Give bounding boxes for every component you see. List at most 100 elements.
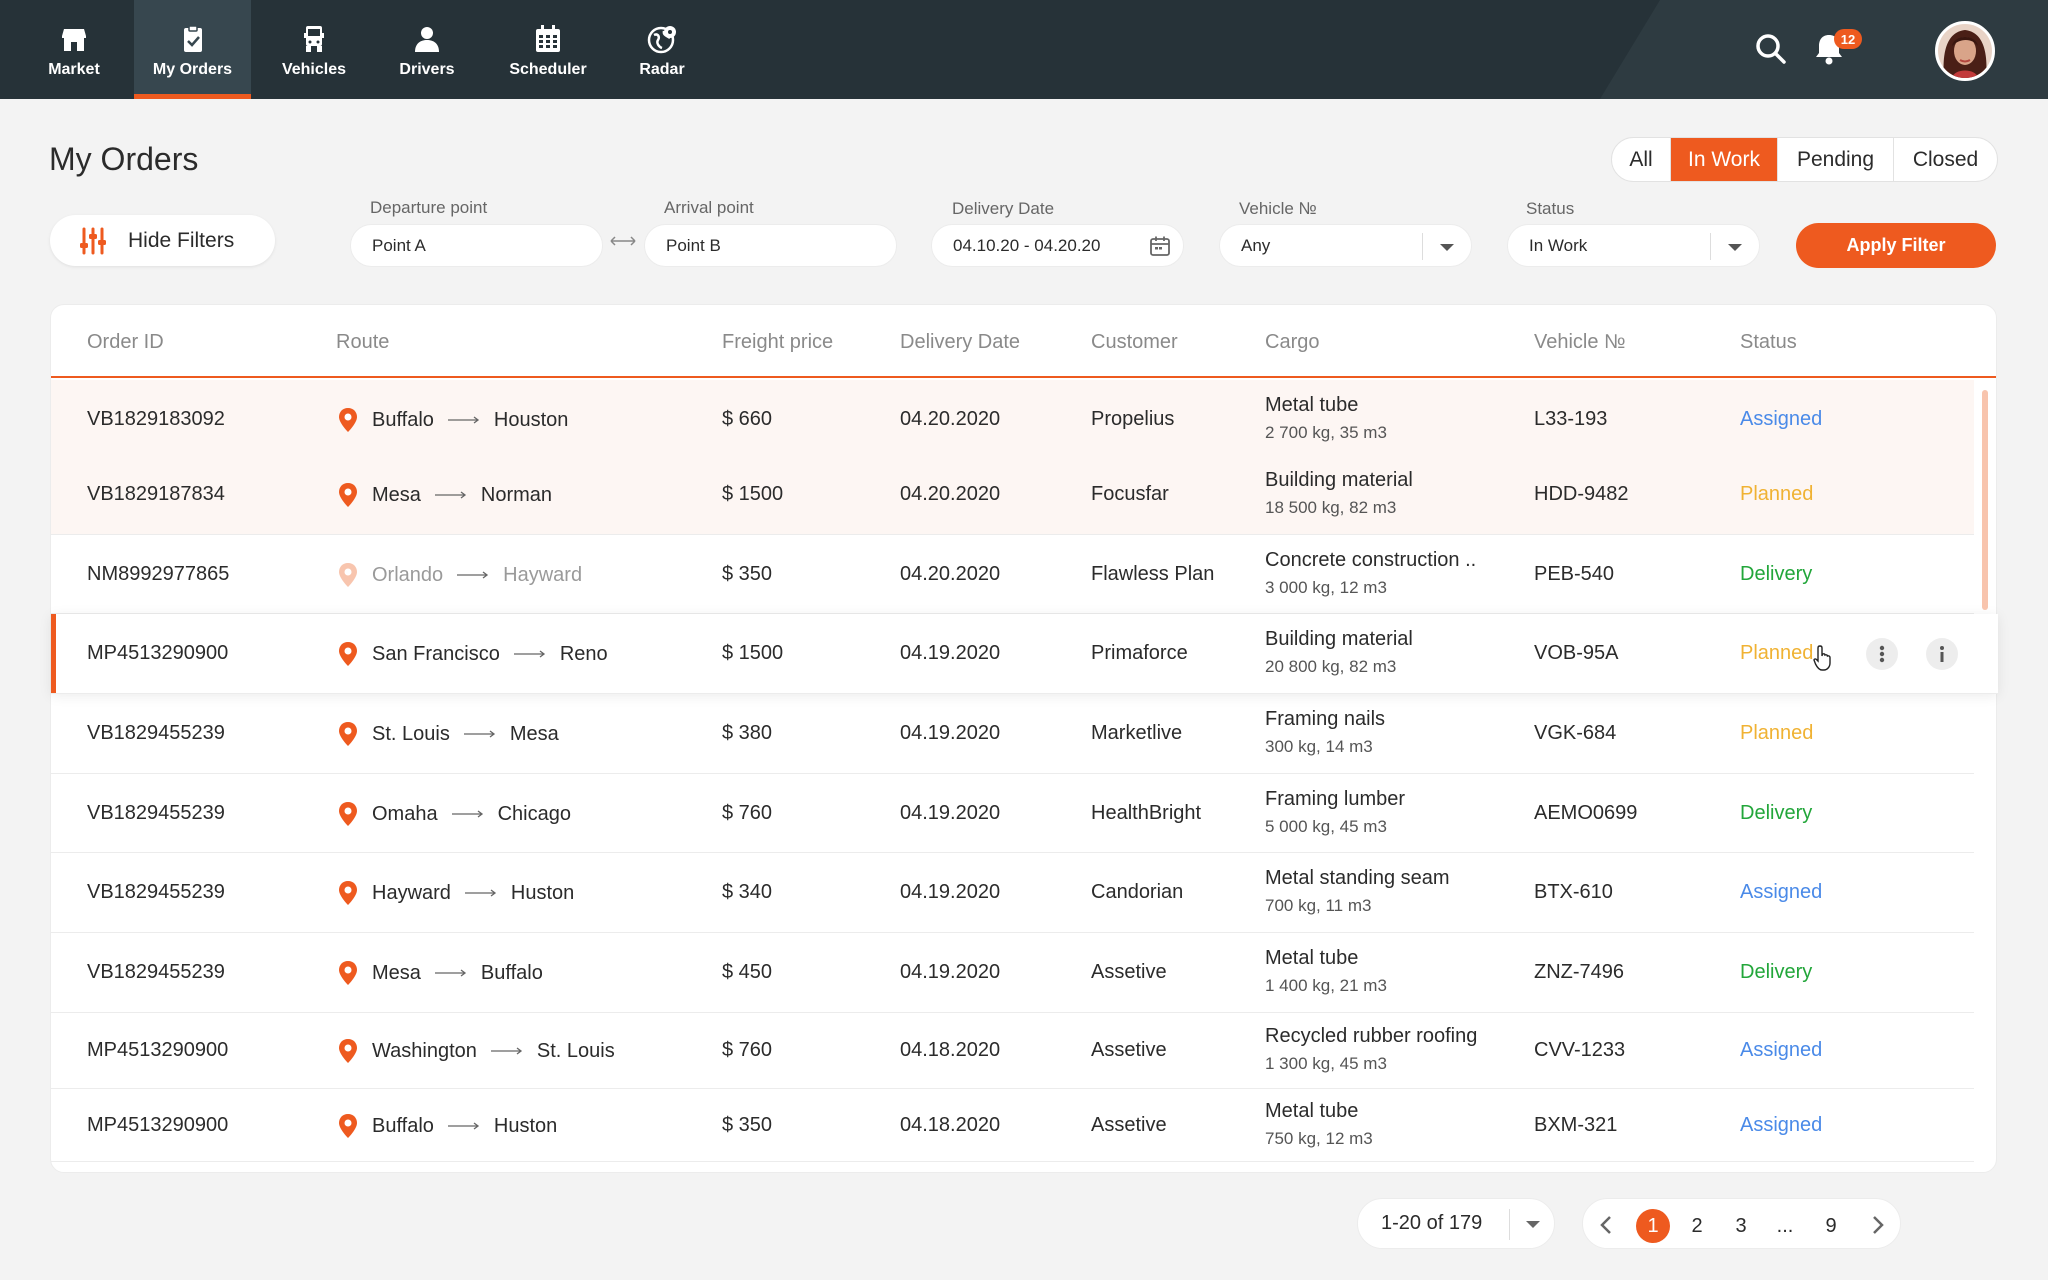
table-header: Order ID Route Freight price Delivery Da…: [51, 305, 1996, 378]
route-to: Huston: [493, 1114, 558, 1137]
nav-label: Vehicles: [281, 60, 347, 78]
page-1[interactable]: 1: [1636, 1209, 1670, 1243]
cargo-name: Metal tube: [1265, 1100, 1359, 1122]
arrow-right-icon: [457, 571, 489, 579]
user-photo: [1938, 24, 1992, 78]
vehicle-select[interactable]: Any: [1219, 224, 1472, 267]
vehicle-number: L33-193: [1534, 408, 1608, 430]
chevron-left-icon[interactable]: [1597, 1214, 1617, 1236]
nav-item-my-orders[interactable]: My Orders: [134, 0, 251, 99]
per-page-select[interactable]: 1-20 of 179: [1357, 1198, 1555, 1249]
nav-item-vehicles[interactable]: Vehicles: [270, 0, 358, 99]
search-icon[interactable]: [1754, 32, 1788, 66]
vehicle-number: CVV-1233: [1534, 1039, 1626, 1061]
route: Orlando Hayward: [337, 562, 582, 588]
customer: Candorian: [1091, 881, 1184, 903]
col-status[interactable]: Status: [1740, 331, 1797, 354]
location-pin-icon: [339, 1114, 357, 1138]
top-nav: Market My Orders Vehicles Drivers Schedu…: [0, 0, 2048, 99]
arrow-right-icon: [463, 730, 495, 738]
departure-value: Point A: [372, 235, 426, 255]
customer: Assetive: [1091, 1114, 1167, 1136]
table-row[interactable]: NM8992977865 Orlando Hayward $ 350 04.20.202…: [51, 535, 1974, 614]
table-row[interactable]: VB1829187834 Mesa Norman $ 1500 04.20.2020 Fo…: [51, 455, 1974, 535]
swap-arrows-icon[interactable]: [610, 236, 636, 246]
divider: [1509, 1209, 1510, 1240]
tab-closed[interactable]: Closed: [1894, 138, 1997, 181]
notification-badge: 12: [1834, 29, 1862, 49]
cargo-detail: 18 500 kg, 82 m3: [1265, 498, 1397, 517]
route: Omaha Chicago: [337, 801, 571, 827]
delivery-date-label: Delivery Date: [952, 199, 1055, 218]
freight-price: $ 380: [722, 722, 773, 744]
scrollbar[interactable]: [1982, 390, 1988, 610]
customer: Primaforce: [1091, 642, 1188, 664]
cargo-detail: 3 000 kg, 12 m3: [1265, 578, 1387, 597]
table-row[interactable]: MP4513290900 Buffalo Huston $ 350 04.18.2020…: [51, 1089, 1974, 1162]
avatar[interactable]: [1935, 21, 1995, 81]
tab-pending[interactable]: Pending: [1778, 138, 1894, 181]
col-order-id[interactable]: Order ID: [87, 331, 164, 354]
col-cargo[interactable]: Cargo: [1265, 331, 1319, 354]
nav-item-drivers[interactable]: Drivers: [383, 0, 471, 99]
cargo: Concrete construction .. 3 000 kg, 12 m3: [1265, 549, 1476, 598]
apply-filter-button[interactable]: Apply Filter: [1796, 223, 1996, 268]
page-9[interactable]: 9: [1814, 1209, 1848, 1243]
cargo-name: Metal tube: [1265, 394, 1359, 416]
page-3[interactable]: 3: [1724, 1209, 1758, 1243]
order-id[interactable]: VB1829455239: [87, 722, 225, 745]
status-select[interactable]: In Work: [1507, 224, 1760, 267]
order-id[interactable]: VB1829183092: [87, 408, 225, 431]
arrow-right-icon: [434, 491, 466, 499]
vehicle-number: HDD-9482: [1534, 483, 1629, 505]
nav-item-market[interactable]: Market: [30, 0, 118, 99]
order-id[interactable]: VB1829187834: [87, 483, 225, 506]
status-value: In Work: [1529, 235, 1588, 255]
col-delivery-date[interactable]: Delivery Date: [900, 331, 1020, 354]
status-badge: Delivery: [1740, 961, 1813, 983]
order-id[interactable]: VB1829455239: [87, 802, 225, 825]
order-id[interactable]: VB1829455239: [87, 881, 225, 904]
route-to: Buffalo: [480, 961, 543, 984]
col-freight-price[interactable]: Freight price: [722, 331, 833, 354]
order-id[interactable]: VB1829455239: [87, 961, 225, 984]
col-route[interactable]: Route: [336, 331, 389, 354]
departure-input[interactable]: Point A: [350, 224, 603, 267]
order-id[interactable]: NM8992977865: [87, 563, 229, 586]
table-row[interactable]: VB1829455239 St. Louis Mesa $ 380 04.19.2020…: [51, 694, 1974, 774]
nav-item-scheduler[interactable]: Scheduler: [502, 0, 594, 99]
page-title: My Orders: [49, 141, 199, 177]
col-vehicle[interactable]: Vehicle №: [1534, 331, 1626, 354]
table-row[interactable]: VB1829455239 Mesa Buffalo $ 450 04.19.2020 As…: [51, 933, 1974, 1013]
location-pin-icon: [339, 802, 357, 826]
page-2[interactable]: 2: [1680, 1209, 1714, 1243]
arrival-input[interactable]: Point B: [644, 224, 897, 267]
calendar-icon[interactable]: [1149, 235, 1171, 257]
table-row[interactable]: VB1829455239 Hayward Huston $ 340 04.19.2020…: [51, 853, 1974, 933]
tab-in-work[interactable]: In Work: [1671, 138, 1778, 181]
nav-item-radar[interactable]: Radar: [618, 0, 706, 99]
order-id[interactable]: MP4513290900: [87, 1114, 228, 1137]
hide-filters-button[interactable]: Hide Filters: [50, 215, 275, 266]
more-options-button[interactable]: [1866, 638, 1898, 670]
status-badge: Planned: [1740, 722, 1814, 744]
nav-label: Radar: [639, 60, 685, 78]
table-row[interactable]: MP4513290900 San Francisco Reno $ 1500 04.19…: [51, 614, 1998, 694]
arrow-right-icon: [513, 650, 545, 658]
order-id[interactable]: MP4513290900: [87, 1039, 228, 1062]
order-id[interactable]: MP4513290900: [87, 642, 228, 665]
tab-all[interactable]: All: [1612, 138, 1671, 181]
page-ellipsis: ...: [1776, 1214, 1794, 1237]
freight-price: $ 760: [722, 802, 773, 824]
table-row[interactable]: VB1829455239 Omaha Chicago $ 760 04.19.2020 H…: [51, 774, 1974, 853]
calendar-icon: [536, 24, 560, 52]
chevron-right-icon[interactable]: [1867, 1214, 1887, 1236]
delivery-date-input[interactable]: 04.10.20 - 04.20.20: [931, 224, 1184, 267]
route-to: Mesa: [509, 722, 559, 745]
location-pin-icon: [339, 642, 357, 666]
cargo-name: Recycled rubber roofing: [1265, 1025, 1478, 1047]
info-button[interactable]: [1926, 638, 1958, 670]
col-customer[interactable]: Customer: [1091, 331, 1178, 354]
table-row[interactable]: VB1829183092 Buffalo Houston $ 660 04.20.202…: [51, 380, 1974, 460]
table-row[interactable]: MP4513290900 Washington St. Louis $ 760 04.1…: [51, 1013, 1974, 1089]
